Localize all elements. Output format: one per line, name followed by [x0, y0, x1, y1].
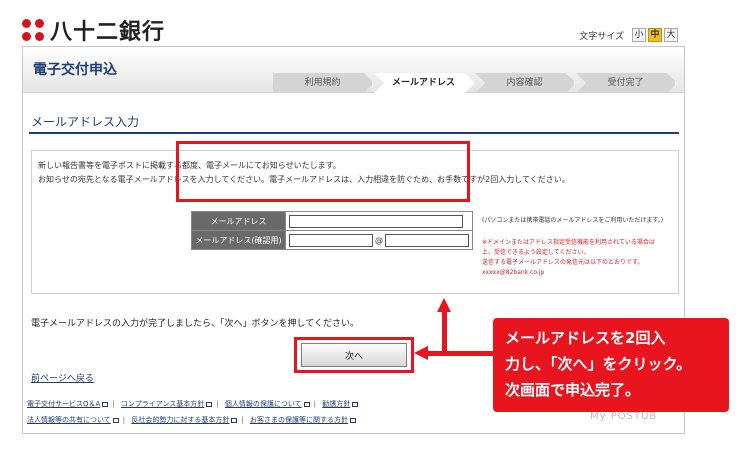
footer-link-customer-protection[interactable]: お客さまの保護等に関する方針: [250, 416, 348, 424]
section-title: メールアドレス入力: [31, 115, 140, 129]
footer-link-antisocial[interactable]: 反社会的勢力に対する基本方針: [131, 416, 229, 424]
arrow-horizontal-line: [428, 351, 495, 356]
bank-name: 八十二銀行: [50, 19, 166, 45]
email-warning-note: ※ドメインまたはアドレス指定受信機能を利用されている場合は 上、受信できるよう設…: [482, 239, 655, 276]
external-link-icon: [112, 417, 119, 423]
external-link-icon: [352, 401, 359, 407]
footer-links: 電子交付サービスQ＆A | コンプライアンス基本方針 | 個人情報の保護について | …: [27, 396, 497, 428]
bank-logo-icon: [22, 19, 44, 41]
form-highlight-box: [176, 141, 470, 202]
instruction-callout: メールアドレスを2回入 力し、「次へ」をクリック。 次画面で申込完了。: [493, 318, 729, 412]
page-title: 電子交付申込: [33, 62, 117, 78]
external-link-icon: [349, 417, 356, 423]
external-link-icon: [206, 401, 213, 407]
arrow-left-icon: [414, 346, 428, 360]
external-link-icon: [102, 401, 109, 407]
title-bar: 電子交付申込 利用規約 メールアドレス 内容確認 受付完了: [23, 47, 684, 93]
footer-link-faq[interactable]: 電子交付サービスQ＆A: [27, 400, 100, 408]
footer-link-compliance[interactable]: コンプライアンス基本方針: [121, 400, 204, 408]
callout-line-1: メールアドレスを2回入: [505, 329, 666, 347]
step-email: メールアドレス: [374, 73, 475, 93]
email-type-note: (パソコンまたは携帯電話のメールアドレスをご利用いただけます。): [482, 217, 664, 224]
external-link-icon: [303, 401, 310, 407]
font-size-label: 文字サイズ: [579, 31, 624, 42]
font-size-medium-button[interactable]: 中: [648, 28, 662, 42]
watermark: My POSTUB: [590, 411, 658, 422]
arrow-up-icon: [437, 298, 451, 312]
email-confirm-domain-input[interactable]: [385, 233, 469, 247]
at-sign: @: [375, 235, 383, 245]
footer-link-info-sharing[interactable]: 法人情報等の共有について: [27, 416, 111, 424]
callout-line-2: 力し、「次へ」をクリック。: [505, 355, 692, 373]
email-form-table: メールアドレス メールアドレス(確認用) @: [191, 211, 473, 250]
font-size-large-button[interactable]: 大: [664, 28, 678, 42]
next-button-highlight: [294, 337, 414, 373]
font-size-control: 文字サイズ 小 中 大: [579, 28, 678, 42]
completion-instruction: 電子メールアドレスの入力が完了しましたら、「次へ」ボタンを押してください。: [31, 319, 359, 329]
section-divider: [29, 132, 679, 134]
step-confirm: 内容確認: [475, 73, 576, 93]
callout-line-3: 次画面で申込完了。: [505, 381, 641, 399]
email-label: メールアドレス: [191, 211, 286, 231]
arrow-vertical-line: [442, 311, 447, 355]
external-link-icon: [231, 417, 238, 423]
font-size-small-button[interactable]: 小: [632, 28, 646, 42]
email-confirm-local-input[interactable]: [289, 233, 373, 247]
site-header: 八十二銀行 文字サイズ 小 中 大: [0, 0, 740, 48]
email-input[interactable]: [289, 214, 463, 228]
footer-link-solicitation[interactable]: 勧誘方針: [322, 400, 350, 408]
bank-logo[interactable]: 八十二銀行: [22, 14, 165, 46]
footer-link-privacy[interactable]: 個人情報の保護について: [225, 400, 302, 408]
email-confirm-label: メールアドレス(確認用): [191, 230, 286, 250]
back-link[interactable]: 前ページへ戻る: [31, 371, 94, 384]
progress-steps: 利用規約 メールアドレス 内容確認 受付完了: [273, 73, 677, 93]
step-terms: 利用規約: [273, 73, 374, 93]
step-complete: 受付完了: [576, 73, 677, 93]
